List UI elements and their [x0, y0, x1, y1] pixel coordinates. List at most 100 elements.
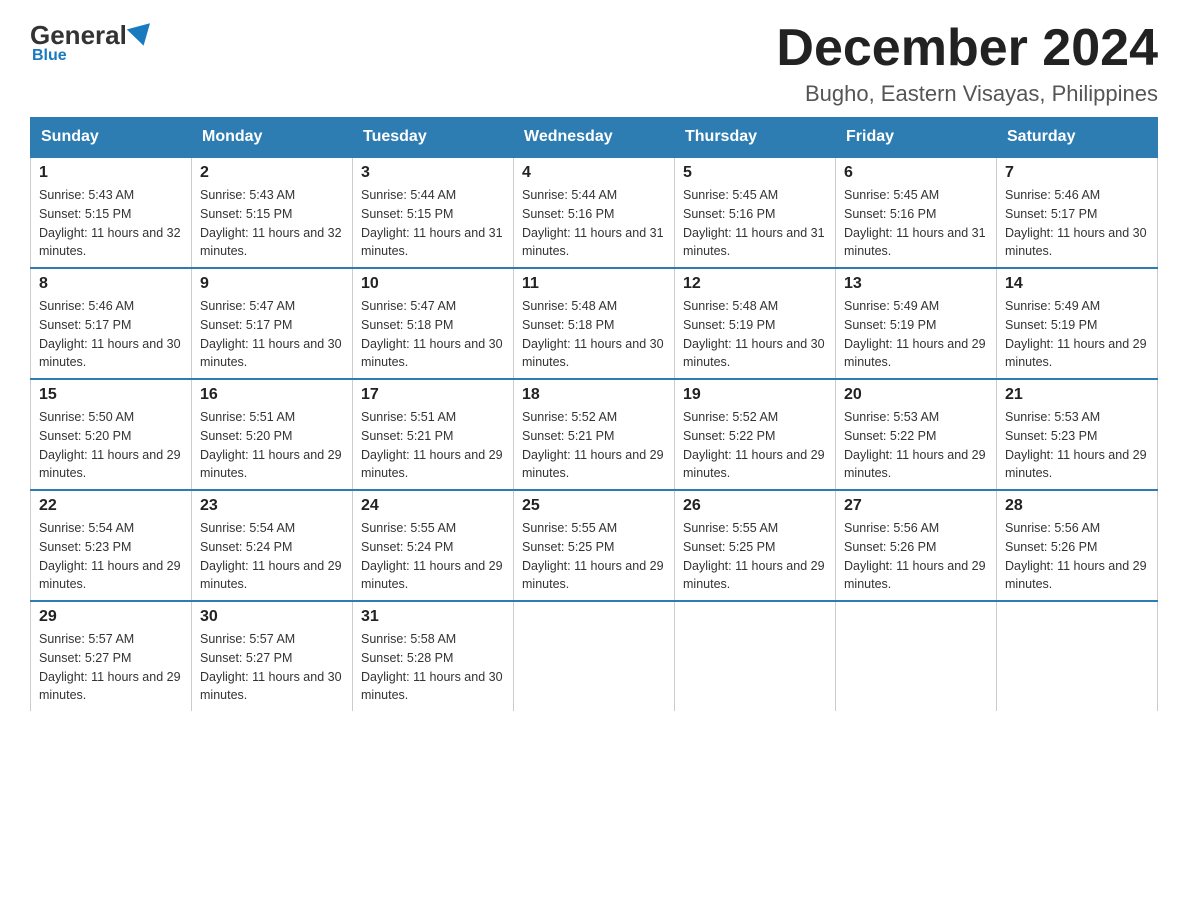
table-row: 22 Sunrise: 5:54 AM Sunset: 5:23 PM Dayl…: [31, 490, 192, 601]
table-row: 23 Sunrise: 5:54 AM Sunset: 5:24 PM Dayl…: [192, 490, 353, 601]
day-number: 5: [683, 164, 827, 182]
day-number: 6: [844, 164, 988, 182]
calendar-table: Sunday Monday Tuesday Wednesday Thursday…: [30, 117, 1158, 711]
day-info: Sunrise: 5:58 AM Sunset: 5:28 PM Dayligh…: [361, 630, 505, 705]
table-row: [675, 601, 836, 711]
table-row: 12 Sunrise: 5:48 AM Sunset: 5:19 PM Dayl…: [675, 268, 836, 379]
table-row: [997, 601, 1158, 711]
table-row: 19 Sunrise: 5:52 AM Sunset: 5:22 PM Dayl…: [675, 379, 836, 490]
day-number: 30: [200, 608, 344, 626]
day-number: 7: [1005, 164, 1149, 182]
day-info: Sunrise: 5:46 AM Sunset: 5:17 PM Dayligh…: [39, 297, 183, 372]
subtitle: Bugho, Eastern Visayas, Philippines: [776, 81, 1158, 107]
day-number: 20: [844, 386, 988, 404]
day-number: 23: [200, 497, 344, 515]
day-number: 9: [200, 275, 344, 293]
table-row: 15 Sunrise: 5:50 AM Sunset: 5:20 PM Dayl…: [31, 379, 192, 490]
table-row: 20 Sunrise: 5:53 AM Sunset: 5:22 PM Dayl…: [836, 379, 997, 490]
col-saturday: Saturday: [997, 118, 1158, 158]
day-info: Sunrise: 5:52 AM Sunset: 5:22 PM Dayligh…: [683, 408, 827, 483]
day-info: Sunrise: 5:49 AM Sunset: 5:19 PM Dayligh…: [844, 297, 988, 372]
table-row: 17 Sunrise: 5:51 AM Sunset: 5:21 PM Dayl…: [353, 379, 514, 490]
table-row: 9 Sunrise: 5:47 AM Sunset: 5:17 PM Dayli…: [192, 268, 353, 379]
day-info: Sunrise: 5:48 AM Sunset: 5:18 PM Dayligh…: [522, 297, 666, 372]
calendar-header-row: Sunday Monday Tuesday Wednesday Thursday…: [31, 118, 1158, 158]
day-info: Sunrise: 5:51 AM Sunset: 5:20 PM Dayligh…: [200, 408, 344, 483]
day-number: 14: [1005, 275, 1149, 293]
table-row: 24 Sunrise: 5:55 AM Sunset: 5:24 PM Dayl…: [353, 490, 514, 601]
table-row: 28 Sunrise: 5:56 AM Sunset: 5:26 PM Dayl…: [997, 490, 1158, 601]
day-number: 24: [361, 497, 505, 515]
table-row: 7 Sunrise: 5:46 AM Sunset: 5:17 PM Dayli…: [997, 157, 1158, 268]
table-row: 18 Sunrise: 5:52 AM Sunset: 5:21 PM Dayl…: [514, 379, 675, 490]
col-monday: Monday: [192, 118, 353, 158]
day-info: Sunrise: 5:57 AM Sunset: 5:27 PM Dayligh…: [39, 630, 183, 705]
day-info: Sunrise: 5:45 AM Sunset: 5:16 PM Dayligh…: [683, 186, 827, 261]
calendar-week-5: 29 Sunrise: 5:57 AM Sunset: 5:27 PM Dayl…: [31, 601, 1158, 711]
logo: General Blue: [30, 20, 155, 65]
title-block: December 2024 Bugho, Eastern Visayas, Ph…: [776, 20, 1158, 107]
day-info: Sunrise: 5:44 AM Sunset: 5:15 PM Dayligh…: [361, 186, 505, 261]
day-info: Sunrise: 5:52 AM Sunset: 5:21 PM Dayligh…: [522, 408, 666, 483]
day-info: Sunrise: 5:57 AM Sunset: 5:27 PM Dayligh…: [200, 630, 344, 705]
day-number: 17: [361, 386, 505, 404]
logo-triangle-icon: [127, 23, 155, 49]
day-number: 1: [39, 164, 183, 182]
day-number: 19: [683, 386, 827, 404]
day-number: 22: [39, 497, 183, 515]
table-row: 16 Sunrise: 5:51 AM Sunset: 5:20 PM Dayl…: [192, 379, 353, 490]
day-number: 27: [844, 497, 988, 515]
table-row: 25 Sunrise: 5:55 AM Sunset: 5:25 PM Dayl…: [514, 490, 675, 601]
day-number: 4: [522, 164, 666, 182]
calendar-week-1: 1 Sunrise: 5:43 AM Sunset: 5:15 PM Dayli…: [31, 157, 1158, 268]
day-info: Sunrise: 5:54 AM Sunset: 5:23 PM Dayligh…: [39, 519, 183, 594]
calendar-week-3: 15 Sunrise: 5:50 AM Sunset: 5:20 PM Dayl…: [31, 379, 1158, 490]
day-number: 21: [1005, 386, 1149, 404]
table-row: 21 Sunrise: 5:53 AM Sunset: 5:23 PM Dayl…: [997, 379, 1158, 490]
day-info: Sunrise: 5:48 AM Sunset: 5:19 PM Dayligh…: [683, 297, 827, 372]
table-row: 27 Sunrise: 5:56 AM Sunset: 5:26 PM Dayl…: [836, 490, 997, 601]
day-info: Sunrise: 5:49 AM Sunset: 5:19 PM Dayligh…: [1005, 297, 1149, 372]
table-row: 10 Sunrise: 5:47 AM Sunset: 5:18 PM Dayl…: [353, 268, 514, 379]
table-row: 1 Sunrise: 5:43 AM Sunset: 5:15 PM Dayli…: [31, 157, 192, 268]
day-number: 18: [522, 386, 666, 404]
table-row: 13 Sunrise: 5:49 AM Sunset: 5:19 PM Dayl…: [836, 268, 997, 379]
day-info: Sunrise: 5:47 AM Sunset: 5:17 PM Dayligh…: [200, 297, 344, 372]
day-info: Sunrise: 5:54 AM Sunset: 5:24 PM Dayligh…: [200, 519, 344, 594]
table-row: 26 Sunrise: 5:55 AM Sunset: 5:25 PM Dayl…: [675, 490, 836, 601]
day-number: 10: [361, 275, 505, 293]
day-info: Sunrise: 5:47 AM Sunset: 5:18 PM Dayligh…: [361, 297, 505, 372]
day-info: Sunrise: 5:43 AM Sunset: 5:15 PM Dayligh…: [200, 186, 344, 261]
table-row: 14 Sunrise: 5:49 AM Sunset: 5:19 PM Dayl…: [997, 268, 1158, 379]
day-info: Sunrise: 5:55 AM Sunset: 5:25 PM Dayligh…: [522, 519, 666, 594]
table-row: [514, 601, 675, 711]
day-info: Sunrise: 5:56 AM Sunset: 5:26 PM Dayligh…: [1005, 519, 1149, 594]
day-info: Sunrise: 5:46 AM Sunset: 5:17 PM Dayligh…: [1005, 186, 1149, 261]
day-info: Sunrise: 5:56 AM Sunset: 5:26 PM Dayligh…: [844, 519, 988, 594]
main-title: December 2024: [776, 20, 1158, 77]
day-number: 16: [200, 386, 344, 404]
day-info: Sunrise: 5:53 AM Sunset: 5:22 PM Dayligh…: [844, 408, 988, 483]
table-row: 6 Sunrise: 5:45 AM Sunset: 5:16 PM Dayli…: [836, 157, 997, 268]
day-info: Sunrise: 5:53 AM Sunset: 5:23 PM Dayligh…: [1005, 408, 1149, 483]
table-row: 3 Sunrise: 5:44 AM Sunset: 5:15 PM Dayli…: [353, 157, 514, 268]
day-number: 13: [844, 275, 988, 293]
day-number: 15: [39, 386, 183, 404]
col-wednesday: Wednesday: [514, 118, 675, 158]
table-row: 8 Sunrise: 5:46 AM Sunset: 5:17 PM Dayli…: [31, 268, 192, 379]
page-header: General Blue December 2024 Bugho, Easter…: [30, 20, 1158, 107]
day-number: 28: [1005, 497, 1149, 515]
day-info: Sunrise: 5:50 AM Sunset: 5:20 PM Dayligh…: [39, 408, 183, 483]
col-tuesday: Tuesday: [353, 118, 514, 158]
day-number: 29: [39, 608, 183, 626]
day-number: 31: [361, 608, 505, 626]
logo-blue-text: Blue: [32, 47, 67, 65]
day-number: 2: [200, 164, 344, 182]
col-thursday: Thursday: [675, 118, 836, 158]
day-info: Sunrise: 5:43 AM Sunset: 5:15 PM Dayligh…: [39, 186, 183, 261]
day-number: 8: [39, 275, 183, 293]
day-number: 25: [522, 497, 666, 515]
table-row: 4 Sunrise: 5:44 AM Sunset: 5:16 PM Dayli…: [514, 157, 675, 268]
calendar-week-2: 8 Sunrise: 5:46 AM Sunset: 5:17 PM Dayli…: [31, 268, 1158, 379]
day-info: Sunrise: 5:51 AM Sunset: 5:21 PM Dayligh…: [361, 408, 505, 483]
